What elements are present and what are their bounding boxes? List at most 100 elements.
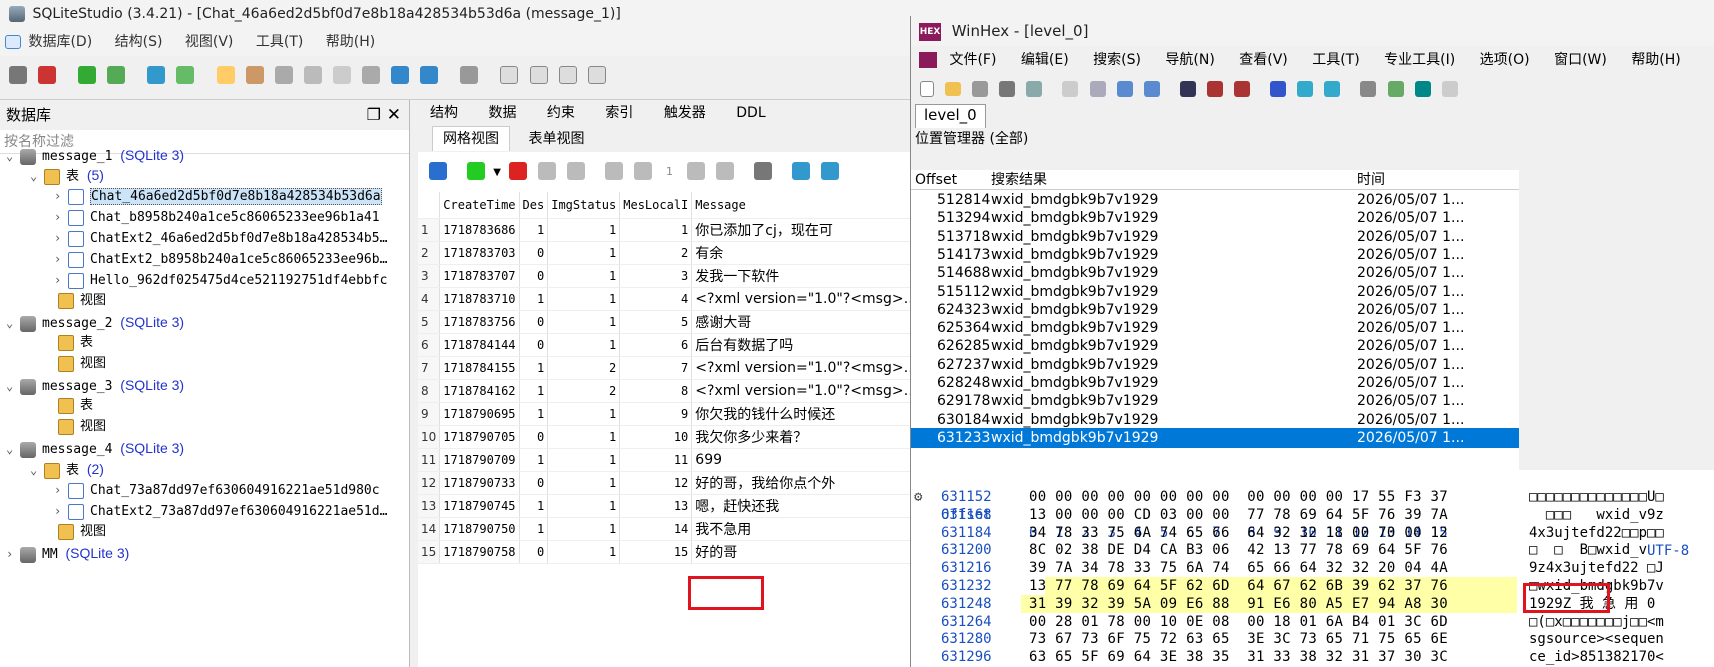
collation-icon[interactable] — [332, 65, 351, 84]
grid-cell[interactable]: 1 — [547, 425, 621, 449]
table-row[interactable]: 6 1718784144 0 1 6 后台有数据了吗 — [418, 333, 910, 357]
calculator-icon[interactable] — [1414, 80, 1431, 97]
grid-cell[interactable]: 1 — [519, 287, 549, 311]
grid-cell[interactable]: 1718783756 — [439, 310, 520, 334]
table-row[interactable]: 2 1718783703 0 1 2 有余 — [418, 241, 910, 265]
tree-views[interactable]: 视图 — [44, 521, 106, 543]
chevron-right-icon[interactable]: › — [6, 543, 20, 565]
menu-search[interactable]: 搜索(S) — [1093, 52, 1141, 68]
hex-text[interactable]: □□□□□□□□□□□□□□U□ — [1529, 488, 1664, 506]
hex-text[interactable]: 4x3ujtefd22□□p□□ — [1529, 524, 1664, 542]
grid-cell[interactable]: 1 — [547, 264, 621, 288]
grid-cell[interactable]: 5 — [619, 310, 693, 334]
row-number[interactable]: 13 — [418, 494, 441, 518]
chevron-down-icon[interactable]: ⌄ — [6, 145, 20, 167]
hex-row[interactable]: 631232 13 77 78 69 64 5F 62 6D 64 67 62 6… — [911, 577, 1714, 595]
find-hex-icon[interactable] — [1206, 80, 1223, 97]
grid-cell[interactable]: 0 — [519, 264, 549, 288]
print-icon[interactable] — [999, 80, 1016, 97]
tree-db-message-4[interactable]: ⌄ message_4 (SQLite 3) — [6, 437, 184, 459]
chevron-down-icon[interactable]: ▼ — [493, 167, 501, 178]
grid-cell[interactable]: 好的哥 — [691, 540, 910, 564]
tile-vertical-icon[interactable] — [529, 65, 548, 84]
table-row[interactable]: 5 1718783756 0 1 5 感谢大哥 — [418, 310, 910, 334]
grid-cell[interactable]: 0 — [519, 310, 549, 334]
tree-table-item[interactable]: › ChatExt2_73a87dd97ef630604916221ae51d… — [54, 500, 387, 522]
grid-cell[interactable]: 15 — [619, 540, 693, 564]
function-icon[interactable] — [274, 65, 293, 84]
hex-bytes[interactable]: 31 39 32 39 5A 09 E6 88 91 E6 80 A5 E7 9… — [1029, 595, 1448, 613]
delete-row-icon[interactable] — [508, 161, 527, 180]
header-search-result[interactable]: 搜索结果 — [991, 170, 1047, 190]
tree-table-item[interactable]: › ChatExt2_46a6ed2d5bf0d7e8b18a428534b5… — [54, 227, 387, 249]
chevron-down-icon[interactable]: ⌄ — [6, 438, 20, 460]
connect-icon[interactable] — [9, 65, 27, 84]
hex-text[interactable]: sgsource><sequen — [1529, 630, 1664, 648]
hex-text[interactable]: ce_id>851382170< — [1529, 648, 1664, 666]
result-row[interactable]: 631233 wxid_bmdgbk9b7v1929 2026/05/07 1... — [911, 427, 1519, 448]
grid-cell[interactable]: 1718790733 — [439, 471, 520, 495]
column-header[interactable]: MesLocalI — [619, 192, 693, 219]
replace-icon[interactable] — [1234, 80, 1251, 97]
print-icon[interactable] — [753, 161, 772, 180]
sql-editor-icon[interactable] — [216, 65, 235, 84]
tab-data[interactable]: 数据 — [488, 105, 516, 121]
grid-cell[interactable]: 1 — [547, 517, 621, 541]
hex-text[interactable]: □wxid_bmdgbk9b7v — [1529, 577, 1664, 595]
grid-cell[interactable]: 699 — [691, 448, 910, 472]
grid-cell[interactable]: 0 — [519, 471, 549, 495]
hex-row[interactable]: 631168 13 00 00 00 CD 03 00 00 77 78 69 6… — [911, 506, 1714, 524]
hex-row[interactable]: 631248 31 39 32 39 5A 09 E6 88 91 E6 80 A… — [911, 594, 1714, 613]
grid-cell[interactable]: 好的哥，我给你点个外 — [691, 471, 910, 495]
result-row[interactable]: 630184 wxid_bmdgbk9b7v1929 2026/05/07 1... — [911, 410, 1519, 430]
grid-cell[interactable]: 13 — [619, 494, 693, 518]
tab-grid-view[interactable]: 网格视图 — [432, 126, 510, 151]
expand-icon[interactable] — [391, 65, 410, 84]
grid-cell[interactable]: 1 — [519, 517, 549, 541]
menu-file[interactable]: 文件(F) — [949, 52, 996, 68]
row-number[interactable]: 6 — [418, 333, 441, 357]
grid-cell[interactable]: 3 — [619, 264, 693, 288]
hex-text[interactable]: □□□ wxid_v9z — [1529, 506, 1664, 524]
tree-table-item[interactable]: › ChatExt2_b8958b240a1ce5c86065233ee96b… — [54, 248, 387, 270]
hex-text[interactable]: 1929Z 我 急 用 0 — [1529, 595, 1655, 613]
tab-indexes[interactable]: 索引 — [605, 105, 633, 121]
find-icon[interactable] — [1179, 80, 1196, 97]
menu-tools[interactable]: 工具(T) — [1312, 52, 1359, 68]
hex-bytes[interactable]: 8C 02 38 DE D4 CA B3 06 42 13 77 78 69 6… — [1029, 541, 1448, 559]
row-number[interactable]: 7 — [418, 356, 441, 380]
data-grid[interactable]: CreateTime Des ImgStatus MesLocalI Messa… — [418, 192, 910, 667]
hex-bytes[interactable]: 13 00 00 00 CD 03 00 00 77 78 69 64 5F 7… — [1029, 506, 1448, 524]
hex-bytes[interactable]: 39 7A 34 78 33 75 6A 74 65 66 64 32 32 2… — [1029, 559, 1448, 577]
undo-icon[interactable] — [1062, 80, 1079, 97]
grid-cell[interactable]: 1718790705 — [439, 425, 520, 449]
table-row[interactable]: 14 1718790750 1 1 14 我不急用 — [418, 517, 910, 541]
hex-view[interactable]: ⚙ Offset 0 1 2 3 4 5 6 7 8 9 10 11 12 13… — [911, 470, 1714, 667]
grid-cell[interactable]: 1718783707 — [439, 264, 520, 288]
grid-cell[interactable]: 10 — [619, 425, 693, 449]
result-row[interactable]: 629178 wxid_bmdgbk9b7v1929 2026/05/07 1... — [911, 391, 1519, 411]
tree-db-message-3[interactable]: ⌄ message_3 (SQLite 3) — [6, 374, 184, 396]
grid-cell[interactable]: 11 — [619, 448, 693, 472]
chevron-right-icon[interactable]: › — [54, 500, 68, 522]
grid-cell[interactable]: 1718784144 — [439, 333, 520, 357]
hex-row[interactable]: 631184 34 78 33 75 6A 74 65 66 64 32 32 1… — [911, 524, 1714, 542]
grid-cell[interactable]: 1718790750 — [439, 517, 520, 541]
column-header[interactable]: CreateTime — [439, 192, 520, 219]
hex-bytes[interactable]: 34 78 33 75 6A 74 65 66 64 32 32 18 00 7… — [1029, 524, 1448, 542]
ddl-icon[interactable] — [303, 65, 322, 84]
hex-bytes[interactable]: 13 77 78 69 64 5F 62 6D 64 67 62 6B 39 6… — [1029, 577, 1448, 595]
table-row[interactable]: 4 1718783710 1 1 4 <?xml version="1.0"?<msg>… — [418, 287, 910, 311]
close-icon[interactable]: ✕ — [387, 100, 401, 130]
row-number[interactable]: 14 — [418, 517, 441, 541]
grid-cell[interactable]: 我不急用 — [691, 517, 910, 541]
chevron-right-icon[interactable]: › — [54, 227, 68, 249]
grid-cell[interactable]: 发我一下软件 — [691, 264, 910, 288]
result-row[interactable]: 515112 wxid_bmdgbk9b7v1929 2026/05/07 1... — [911, 282, 1519, 302]
column-header[interactable]: ImgStatus — [547, 192, 621, 219]
search-results-list[interactable]: Offset 搜索结果 时间 512814 wxid_bmdgbk9b7v1929… — [911, 170, 1519, 470]
table-row[interactable]: 10 1718790705 0 1 10 我欠你多少来着？ — [418, 425, 910, 449]
table-row[interactable]: 15 1718790758 0 1 15 好的哥 — [418, 540, 910, 564]
grid-cell[interactable]: 1 — [547, 402, 621, 426]
hex-text[interactable]: □(□x□□□□□□□j□□<m — [1529, 613, 1664, 631]
